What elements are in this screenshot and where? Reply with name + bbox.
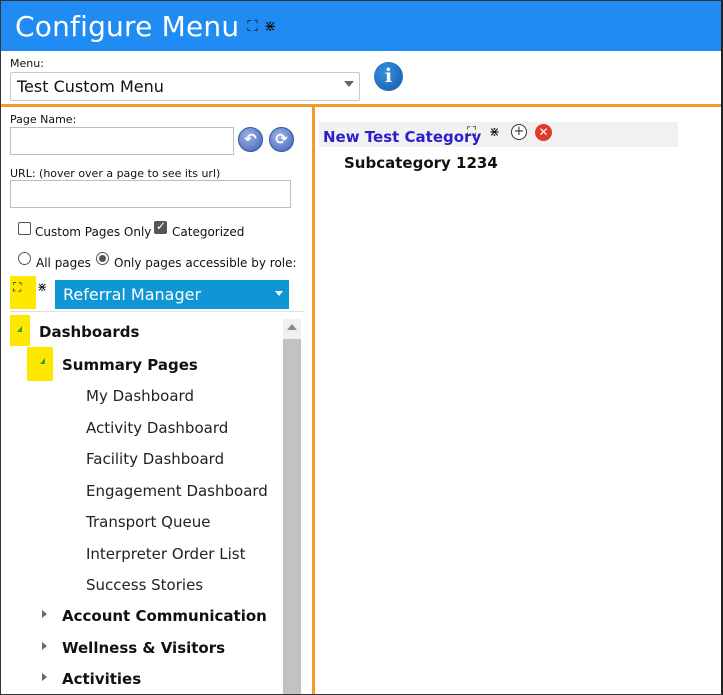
collapse-category-icon[interactable]: ⋇ — [489, 126, 500, 139]
collapse-tree-icon[interactable]: ⋇ — [37, 281, 47, 293]
undo-arrow-icon: ↶ — [244, 130, 257, 148]
info-icon[interactable]: i — [374, 62, 403, 91]
all-pages-radio[interactable] — [18, 252, 31, 265]
collapse-all-icon[interactable]: ⋇ — [264, 18, 277, 34]
role-pages-radio[interactable] — [96, 252, 109, 265]
tree-page-item[interactable]: Activity Dashboard — [86, 419, 228, 437]
tree-page-item[interactable]: Facility Dashboard — [86, 450, 224, 468]
collapsed-triangle-icon[interactable] — [42, 673, 47, 681]
tree-page-item[interactable]: My Dashboard — [86, 387, 194, 405]
delete-circle-icon[interactable]: ✕ — [535, 124, 552, 141]
categorized-label: Categorized — [172, 225, 245, 239]
tree-page-item[interactable]: Engagement Dashboard — [86, 482, 268, 500]
tree-divider — [10, 311, 304, 312]
tree-subcategory[interactable]: Wellness & Visitors — [62, 639, 225, 657]
tree-page-item[interactable]: Success Stories — [86, 576, 203, 594]
tree-subcategory[interactable]: Account Communication — [62, 607, 267, 625]
tree-subcategory[interactable]: Activities — [62, 670, 141, 688]
tree-category[interactable]: Dashboards — [39, 323, 139, 341]
expanded-triangle-icon[interactable] — [17, 326, 22, 332]
categorized-checkbox[interactable] — [154, 219, 167, 234]
subcategory-item[interactable]: Subcategory 1234 — [344, 154, 498, 172]
add-circle-icon[interactable]: + — [511, 124, 527, 140]
collapsed-triangle-icon[interactable] — [42, 610, 47, 618]
refresh-icon: ⟳ — [275, 130, 288, 148]
highlight-marker — [27, 347, 53, 381]
page-title: Configure Menu — [15, 9, 240, 43]
tree-page-item[interactable]: Interpreter Order List — [86, 545, 245, 563]
role-select[interactable]: Referral Manager — [55, 280, 289, 309]
tree-page-item[interactable]: Transport Queue — [86, 513, 210, 531]
undo-button[interactable]: ↶ — [238, 127, 263, 152]
tree-subcategory[interactable]: Summary Pages — [62, 356, 198, 374]
divider-vertical — [312, 107, 315, 694]
expand-category-icon[interactable]: ⛶ — [467, 126, 476, 139]
expand-tree-icon[interactable]: ⛶ — [13, 281, 21, 293]
page-name-label: Page Name: — [10, 113, 77, 126]
refresh-button[interactable]: ⟳ — [269, 127, 294, 152]
custom-pages-only-label: Custom Pages Only — [35, 225, 152, 239]
expand-all-icon[interactable]: ⛶ — [247, 18, 258, 34]
chevron-down-icon[interactable] — [344, 81, 354, 87]
all-pages-label: All pages — [36, 256, 91, 270]
chevron-down-icon[interactable] — [275, 291, 283, 296]
custom-pages-only-checkbox[interactable] — [18, 222, 31, 235]
scroll-up-arrow-icon[interactable] — [287, 324, 297, 330]
url-input[interactable] — [10, 180, 291, 208]
menu-label: Menu: — [10, 57, 44, 70]
menu-select[interactable]: Test Custom Menu — [10, 72, 360, 101]
scrollbar-thumb[interactable] — [283, 339, 301, 694]
role-pages-label: Only pages accessible by role: — [114, 256, 297, 270]
category-title[interactable]: New Test Category — [323, 128, 481, 146]
configure-menu-window: Configure Menu ⛶ ⋇ Menu: Test Custom Men… — [0, 0, 723, 695]
page-name-input[interactable] — [10, 127, 234, 155]
collapsed-triangle-icon[interactable] — [42, 642, 47, 650]
divider-horizontal — [1, 104, 721, 107]
expanded-triangle-icon[interactable] — [40, 358, 45, 364]
header-bar: Configure Menu ⛶ ⋇ — [1, 1, 721, 51]
url-label: URL: (hover over a page to see its url) — [10, 167, 221, 180]
